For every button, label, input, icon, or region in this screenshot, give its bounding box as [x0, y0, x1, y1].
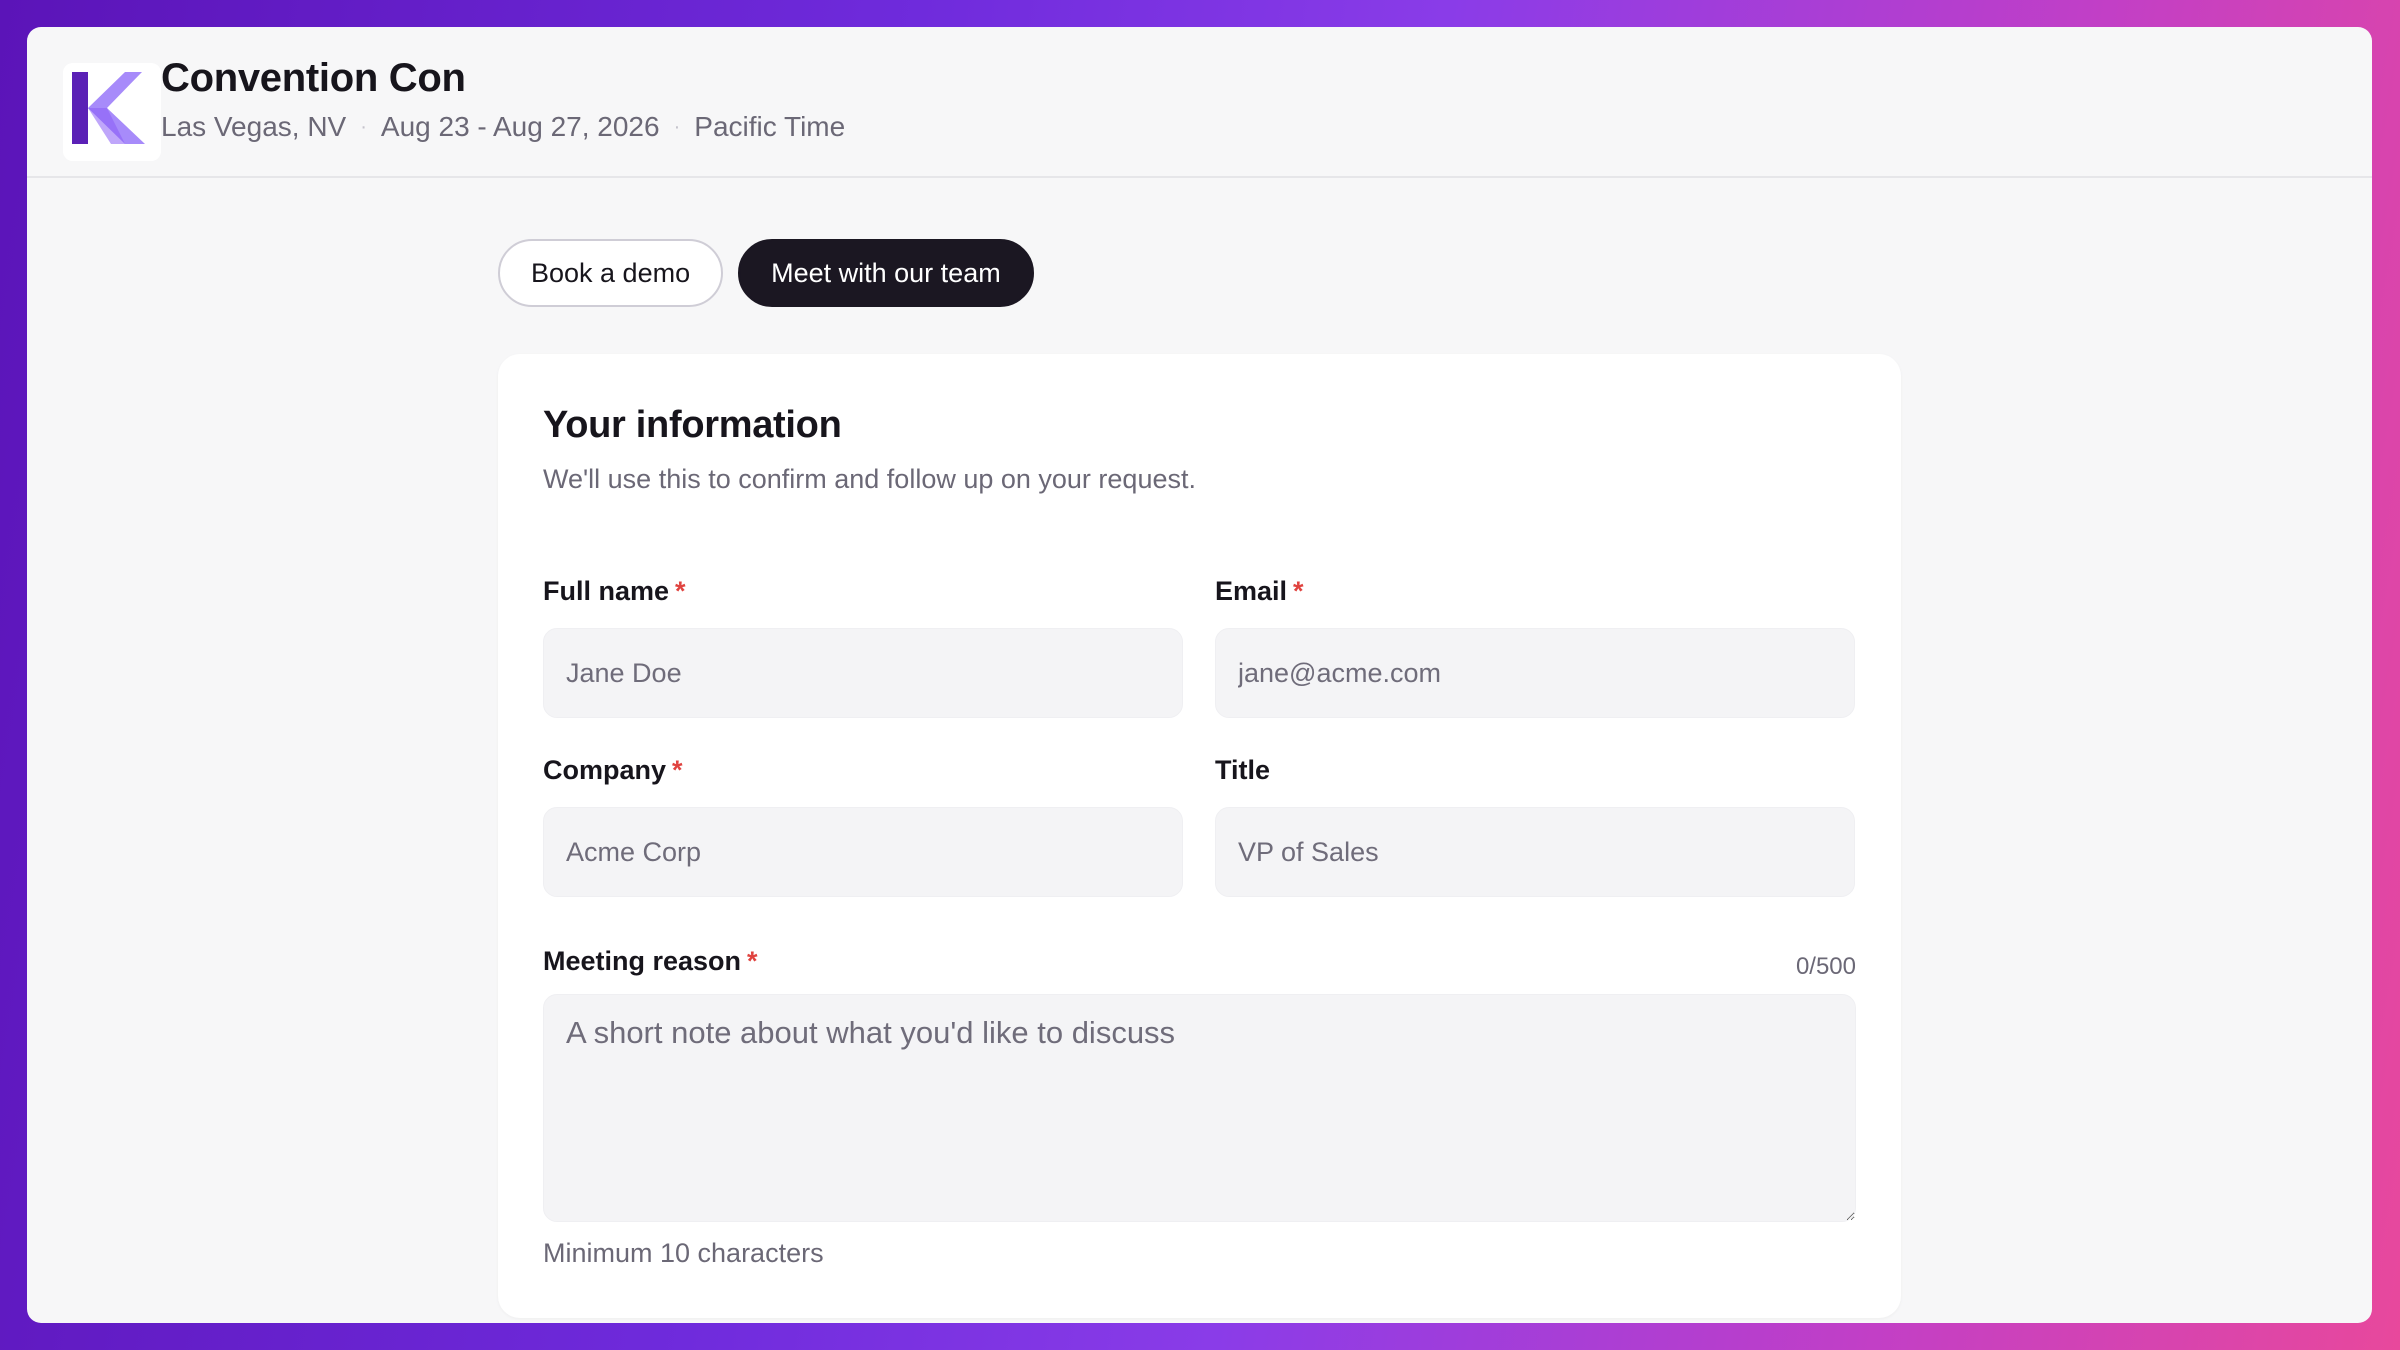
request-type-tabs: Book a demo Meet with our team: [498, 239, 1034, 307]
required-marker: *: [747, 946, 758, 976]
email-label: Email *: [1215, 576, 1304, 607]
separator-dot: ·: [673, 115, 681, 138]
title-label-text: Title: [1215, 755, 1271, 785]
title-label: Title: [1215, 755, 1270, 786]
app-window: Convention Con Las Vegas, NV · Aug 23 - …: [27, 27, 2372, 1323]
event-header: Convention Con Las Vegas, NV · Aug 23 - …: [27, 27, 2372, 178]
meeting-reason-hint: Minimum 10 characters: [543, 1238, 824, 1268]
company-input[interactable]: [543, 807, 1183, 897]
tab-book-a-demo[interactable]: Book a demo: [498, 239, 724, 307]
full-name-input[interactable]: [543, 628, 1183, 718]
required-marker: *: [672, 755, 683, 785]
event-title: Convention Con: [161, 56, 466, 100]
meeting-reason-label: Meeting reason *: [543, 946, 758, 977]
form-title: Your information: [543, 404, 842, 446]
separator-dot: ·: [360, 115, 367, 138]
event-dates: Aug 23 - Aug 27, 2026: [380, 111, 660, 142]
email-label-text: Email: [1215, 576, 1288, 606]
company-label: Company *: [543, 755, 683, 786]
meeting-reason-textarea[interactable]: [543, 994, 1856, 1222]
event-meta: Las Vegas, NV · Aug 23 - Aug 27, 2026 · …: [161, 111, 845, 143]
event-location: Las Vegas, NV: [161, 111, 347, 142]
full-name-label: Full name *: [543, 576, 686, 607]
tab-meet-with-our-team[interactable]: Meet with our team: [738, 239, 1034, 307]
information-form-card: Your information We'll use this to confi…: [498, 354, 1901, 1318]
full-name-label-text: Full name: [543, 576, 670, 606]
k-logo-icon: [63, 63, 161, 161]
title-input[interactable]: [1215, 807, 1855, 897]
email-input[interactable]: [1215, 628, 1855, 718]
event-timezone: Pacific Time: [694, 111, 846, 142]
meeting-reason-label-text: Meeting reason: [543, 946, 742, 976]
company-label-text: Company: [543, 755, 667, 785]
form-subtitle: We'll use this to confirm and follow up …: [543, 464, 1196, 494]
required-marker: *: [675, 576, 686, 606]
character-counter: 0/500: [1795, 953, 1856, 980]
required-marker: *: [1293, 576, 1304, 606]
